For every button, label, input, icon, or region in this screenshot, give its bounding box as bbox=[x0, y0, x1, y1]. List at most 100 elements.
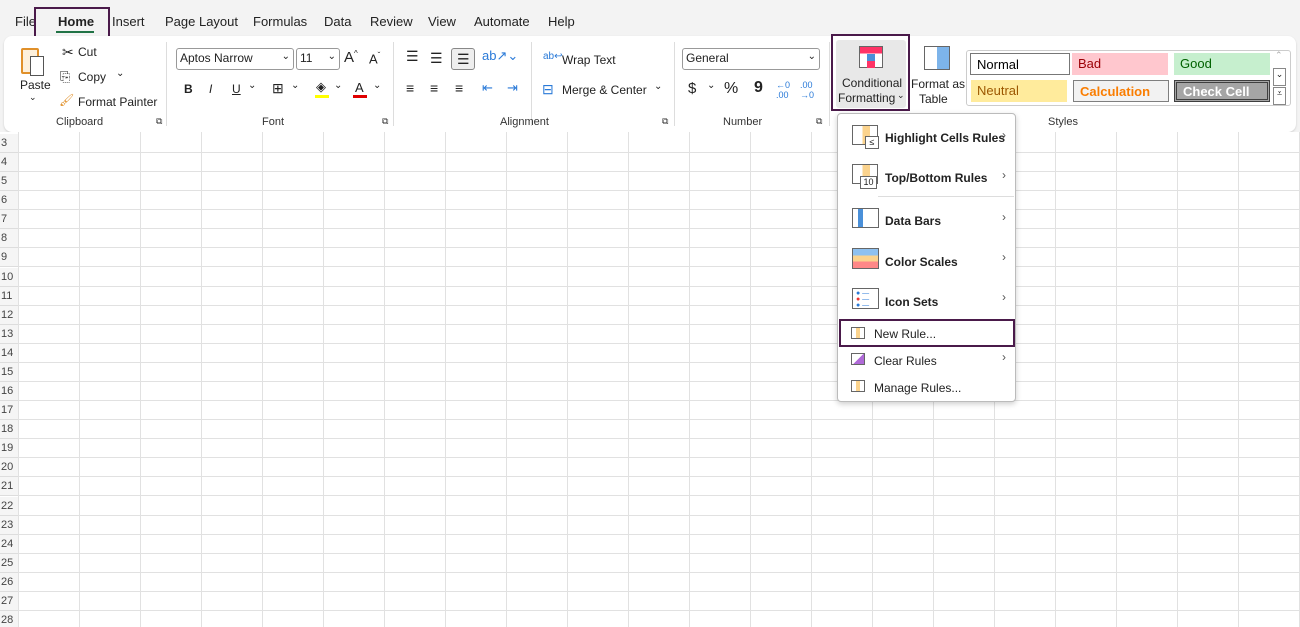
tab-help[interactable]: Help bbox=[548, 14, 575, 29]
row-header[interactable]: 20 bbox=[0, 458, 18, 478]
row-header[interactable]: 4 bbox=[0, 153, 18, 173]
row-header[interactable]: 23 bbox=[0, 515, 18, 535]
font-name-select[interactable]: Aptos Narrow ⌄ bbox=[176, 48, 294, 70]
underline-button[interactable]: U bbox=[232, 82, 241, 96]
increase-font-size-icon[interactable]: A^ bbox=[344, 49, 358, 66]
fill-color-icon[interactable]: ◈ bbox=[316, 79, 326, 95]
row-header[interactable]: 13 bbox=[0, 324, 18, 344]
menu-item-clear-rules[interactable]: Clear Rules › bbox=[838, 350, 1015, 372]
menu-item-manage-rules[interactable]: Manage Rules... bbox=[838, 377, 1015, 399]
bold-button[interactable]: B bbox=[184, 82, 193, 96]
underline-dropdown-icon[interactable]: ⌄ bbox=[248, 80, 256, 91]
cut-button[interactable]: Cut bbox=[78, 45, 97, 59]
format-painter-button[interactable]: Format Painter bbox=[78, 95, 157, 109]
number-launcher-icon[interactable]: ⧉ bbox=[816, 116, 822, 127]
tab-data[interactable]: Data bbox=[324, 14, 351, 29]
menu-item-top-bottom-rules[interactable]: 10 Top/Bottom Rules › bbox=[838, 162, 1015, 192]
row-header[interactable]: 21 bbox=[0, 477, 18, 497]
align-right-icon[interactable]: ≡ bbox=[455, 80, 463, 96]
alignment-group-label: Alignment bbox=[500, 116, 549, 128]
style-good[interactable]: Good bbox=[1174, 53, 1270, 75]
number-format-select[interactable]: General ⌄ bbox=[682, 48, 820, 70]
row-header[interactable]: 24 bbox=[0, 534, 18, 554]
row-header[interactable]: 22 bbox=[0, 496, 18, 516]
row-header[interactable]: 15 bbox=[0, 362, 18, 382]
fill-color-dropdown-icon[interactable]: ⌄ bbox=[334, 80, 342, 91]
worksheet-grid[interactable]: 3 4 5 6 7 8 9 10 11 12 13 14 15 16 17 18 19 20 21 22 23 24 25 2… bbox=[0, 132, 1300, 627]
merge-dropdown-icon[interactable]: ⌄ bbox=[654, 81, 662, 92]
row-header[interactable]: 17 bbox=[0, 401, 18, 421]
align-left-icon[interactable]: ≡ bbox=[406, 80, 414, 96]
format-as-table-label-line1: Format as bbox=[911, 77, 966, 91]
paste-button[interactable] bbox=[18, 44, 50, 80]
row-header[interactable]: 27 bbox=[0, 591, 18, 611]
menu-item-color-scales[interactable]: Color Scales › bbox=[838, 246, 1015, 276]
row-header[interactable]: 6 bbox=[0, 191, 18, 211]
copy-button[interactable]: Copy bbox=[78, 70, 106, 84]
style-check-cell[interactable]: Check Cell bbox=[1174, 80, 1270, 102]
row-header[interactable]: 25 bbox=[0, 553, 18, 573]
row-header[interactable]: 18 bbox=[0, 420, 18, 440]
font-launcher-icon[interactable]: ⧉ bbox=[382, 116, 388, 127]
clipboard-launcher-icon[interactable]: ⧉ bbox=[156, 116, 162, 127]
style-normal[interactable]: Normal bbox=[970, 53, 1070, 75]
menu-item-highlight-cells-rules[interactable]: ≤ Highlight Cells Rules › bbox=[838, 122, 1015, 152]
currency-dropdown-icon[interactable]: ⌄ bbox=[707, 80, 715, 91]
row-header[interactable]: 11 bbox=[0, 286, 18, 306]
decrease-indent-icon[interactable]: ⇤ bbox=[482, 80, 493, 96]
row-header[interactable]: 7 bbox=[0, 210, 18, 230]
alignment-launcher-icon[interactable]: ⧉ bbox=[662, 116, 668, 127]
paste-dropdown-icon[interactable]: ⌄ bbox=[29, 92, 37, 103]
menu-item-data-bars[interactable]: Data Bars › bbox=[838, 206, 1015, 236]
row-header[interactable]: 26 bbox=[0, 572, 18, 592]
percent-button[interactable]: % bbox=[724, 80, 738, 98]
style-bad[interactable]: Bad bbox=[1072, 53, 1168, 75]
gallery-more-button[interactable]: ⩡ bbox=[1273, 87, 1286, 105]
gallery-scroll-down[interactable]: ⌄ bbox=[1273, 68, 1286, 86]
align-bottom-button[interactable]: ☰ bbox=[451, 48, 475, 70]
increase-decimal-icon[interactable]: ←0.00 bbox=[776, 80, 790, 100]
italic-button[interactable]: I bbox=[209, 82, 212, 96]
font-color-icon[interactable]: A bbox=[355, 80, 364, 95]
increase-indent-icon[interactable]: ⇥ bbox=[507, 80, 518, 96]
copy-dropdown-icon[interactable]: ⌄ bbox=[116, 68, 124, 79]
tab-automate[interactable]: Automate bbox=[474, 14, 530, 29]
merge-center-button[interactable]: Merge & Center bbox=[562, 83, 647, 97]
gallery-scroll-up[interactable]: ⌃ bbox=[1275, 50, 1283, 61]
align-middle-icon[interactable]: ☰ bbox=[430, 50, 443, 67]
row-header[interactable]: 12 bbox=[0, 305, 18, 325]
tab-review[interactable]: Review bbox=[370, 14, 413, 29]
align-center-icon[interactable]: ≡ bbox=[430, 80, 438, 96]
decrease-decimal-icon[interactable]: .00 →0 bbox=[800, 80, 814, 100]
style-calculation[interactable]: Calculation bbox=[1073, 80, 1169, 102]
orientation-icon[interactable]: ab↗⌄ bbox=[482, 48, 518, 64]
align-top-icon[interactable]: ☰ bbox=[406, 48, 419, 65]
row-header[interactable]: 19 bbox=[0, 439, 18, 459]
menu-item-icon-sets[interactable]: ● — ● — ● — Icon Sets › bbox=[838, 286, 1015, 316]
row-header[interactable]: 16 bbox=[0, 382, 18, 402]
wrap-text-button[interactable]: Wrap Text bbox=[562, 53, 616, 67]
format-as-table-button[interactable]: Format as Table bbox=[909, 40, 969, 108]
chevron-down-icon: ⌄ bbox=[281, 51, 290, 62]
row-header[interactable]: 3 bbox=[0, 134, 18, 153]
row-header[interactable]: 9 bbox=[0, 248, 18, 268]
font-size-select[interactable]: 11 ⌄ bbox=[296, 48, 340, 70]
currency-button[interactable]: $ bbox=[688, 80, 696, 97]
tab-view[interactable]: View bbox=[428, 14, 456, 29]
tab-file[interactable]: File bbox=[15, 14, 36, 29]
borders-icon[interactable]: ⊞ bbox=[272, 80, 284, 97]
tab-page-layout[interactable]: Page Layout bbox=[165, 14, 238, 29]
comma-style-button[interactable]: 9 bbox=[754, 79, 763, 97]
row-header[interactable]: 28 bbox=[0, 611, 18, 627]
tab-insert[interactable]: Insert bbox=[112, 14, 145, 29]
paste-label[interactable]: Paste bbox=[20, 78, 51, 92]
borders-dropdown-icon[interactable]: ⌄ bbox=[291, 80, 299, 91]
decrease-font-size-icon[interactable]: Aˇ bbox=[369, 51, 380, 66]
tab-formulas[interactable]: Formulas bbox=[253, 14, 307, 29]
row-header[interactable]: 14 bbox=[0, 343, 18, 363]
style-neutral[interactable]: Neutral bbox=[971, 80, 1067, 102]
row-header[interactable]: 5 bbox=[0, 172, 18, 192]
row-header[interactable]: 8 bbox=[0, 229, 18, 249]
font-color-dropdown-icon[interactable]: ⌄ bbox=[373, 80, 381, 91]
row-header[interactable]: 10 bbox=[0, 267, 18, 287]
